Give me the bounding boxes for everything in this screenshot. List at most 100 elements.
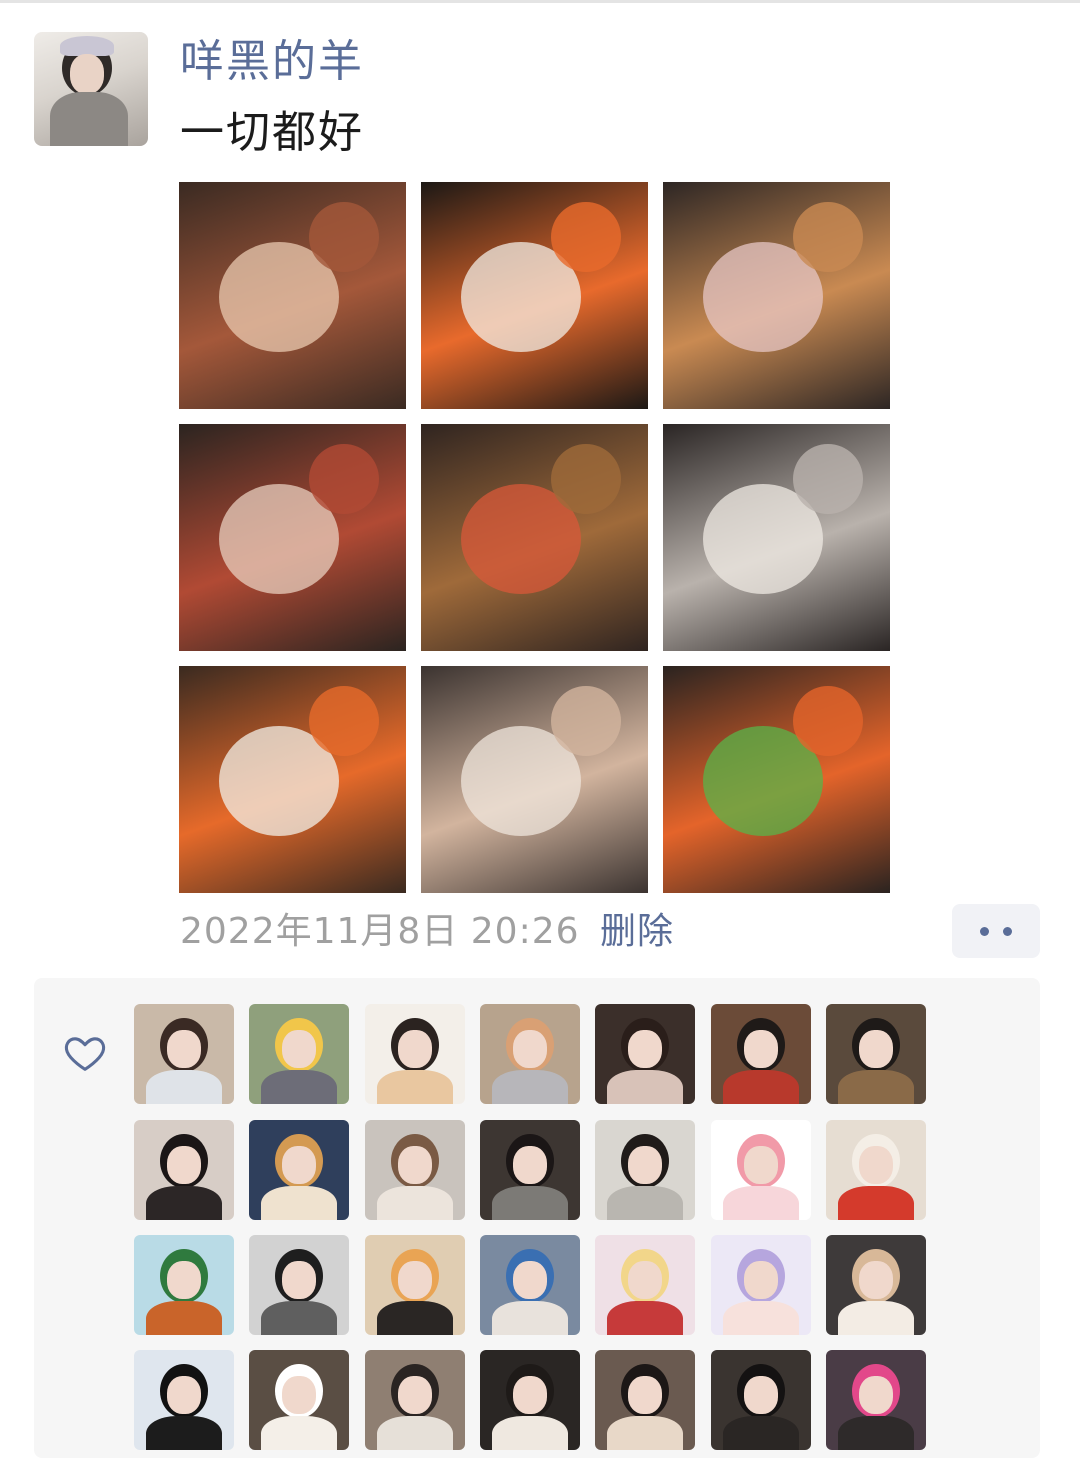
avatar-body [723,1301,799,1335]
avatar-body [607,1186,683,1220]
avatar-face [859,1030,893,1068]
avatar-face [398,1261,432,1299]
avatar-body [261,1416,337,1450]
like-avatar-13[interactable] [711,1120,811,1220]
avatar-body [607,1301,683,1335]
like-avatar-20[interactable] [711,1235,811,1335]
avatar-face [398,1030,432,1068]
post-text: 一切都好 [180,107,364,158]
avatar-body [492,1416,568,1450]
avatar-face [859,1146,893,1184]
avatar-face [167,1030,201,1068]
like-avatar-7[interactable] [826,1004,926,1104]
like-avatar-21[interactable] [826,1235,926,1335]
avatar-body [838,1070,914,1104]
avatar-body [377,1070,453,1104]
more-dots-icon [980,927,989,936]
avatar-face [744,1376,778,1414]
avatar-face [628,1376,662,1414]
photo-4[interactable] [179,424,406,651]
avatar-face [859,1261,893,1299]
photo-7[interactable] [179,666,406,893]
avatar-body [607,1070,683,1104]
photo-5[interactable] [421,424,648,651]
avatar-face [167,1261,201,1299]
like-avatar-16[interactable] [249,1235,349,1335]
photo-accent [551,202,621,272]
photo-accent [309,444,379,514]
like-avatar-24[interactable] [365,1350,465,1450]
like-avatar-22[interactable] [134,1350,234,1450]
like-avatar-5[interactable] [595,1004,695,1104]
avatar-body [146,1301,222,1335]
author-name[interactable]: 咩黑的羊 [180,34,364,90]
photo-accent [309,686,379,756]
avatar-body [607,1416,683,1450]
avatar-face [282,1376,316,1414]
photo-accent [793,444,863,514]
avatar-face [628,1030,662,1068]
avatar-face [70,54,104,94]
avatar-cap [60,36,114,56]
photo-6[interactable] [663,424,890,651]
photo-accent [793,202,863,272]
like-avatar-27[interactable] [711,1350,811,1450]
avatar-face [282,1146,316,1184]
avatar-face [398,1376,432,1414]
like-avatar-14[interactable] [826,1120,926,1220]
avatar-face [859,1376,893,1414]
like-avatar-8[interactable] [134,1120,234,1220]
like-avatar-12[interactable] [595,1120,695,1220]
avatar-face [513,1146,547,1184]
photo-accent [551,444,621,514]
avatar-face [628,1146,662,1184]
like-avatar-9[interactable] [249,1120,349,1220]
avatar-face [744,1030,778,1068]
avatar-face [167,1376,201,1414]
like-avatar-23[interactable] [249,1350,349,1450]
avatar-body [377,1301,453,1335]
photo-3[interactable] [663,182,890,409]
like-avatar-10[interactable] [365,1120,465,1220]
photo-9[interactable] [663,666,890,893]
like-avatar-26[interactable] [595,1350,695,1450]
avatar-body [261,1186,337,1220]
like-avatar-1[interactable] [134,1004,234,1104]
avatar-body [377,1186,453,1220]
photo-8[interactable] [421,666,648,893]
photo-2[interactable] [421,182,648,409]
delete-link[interactable]: 删除 [600,908,674,956]
like-avatar-11[interactable] [480,1120,580,1220]
like-avatar-17[interactable] [365,1235,465,1335]
like-avatar-4[interactable] [480,1004,580,1104]
like-avatar-2[interactable] [249,1004,349,1104]
avatar-face [282,1261,316,1299]
avatar-body [723,1416,799,1450]
like-avatar-25[interactable] [480,1350,580,1450]
like-avatar-19[interactable] [595,1235,695,1335]
heart-outline-icon [64,1037,106,1071]
avatar-face [282,1030,316,1068]
avatar-body [838,1416,914,1450]
author-avatar[interactable] [34,32,148,146]
avatar-body [146,1186,222,1220]
like-avatar-3[interactable] [365,1004,465,1104]
avatar-body [838,1301,914,1335]
avatar-body [492,1186,568,1220]
post-timestamp: 2022年11月8日 20:26 [180,911,580,952]
like-avatar-15[interactable] [134,1235,234,1335]
photo-accent [551,686,621,756]
more-button[interactable] [952,904,1040,958]
photo-1[interactable] [179,182,406,409]
avatar-body [146,1416,222,1450]
avatar-body [492,1070,568,1104]
like-avatar-18[interactable] [480,1235,580,1335]
like-avatar-6[interactable] [711,1004,811,1104]
photo-accent [793,686,863,756]
like-avatar-28[interactable] [826,1350,926,1450]
avatar-face [744,1261,778,1299]
avatar-body [723,1186,799,1220]
avatar-face [167,1146,201,1184]
top-divider [0,0,1080,3]
more-dots-icon [1003,927,1012,936]
